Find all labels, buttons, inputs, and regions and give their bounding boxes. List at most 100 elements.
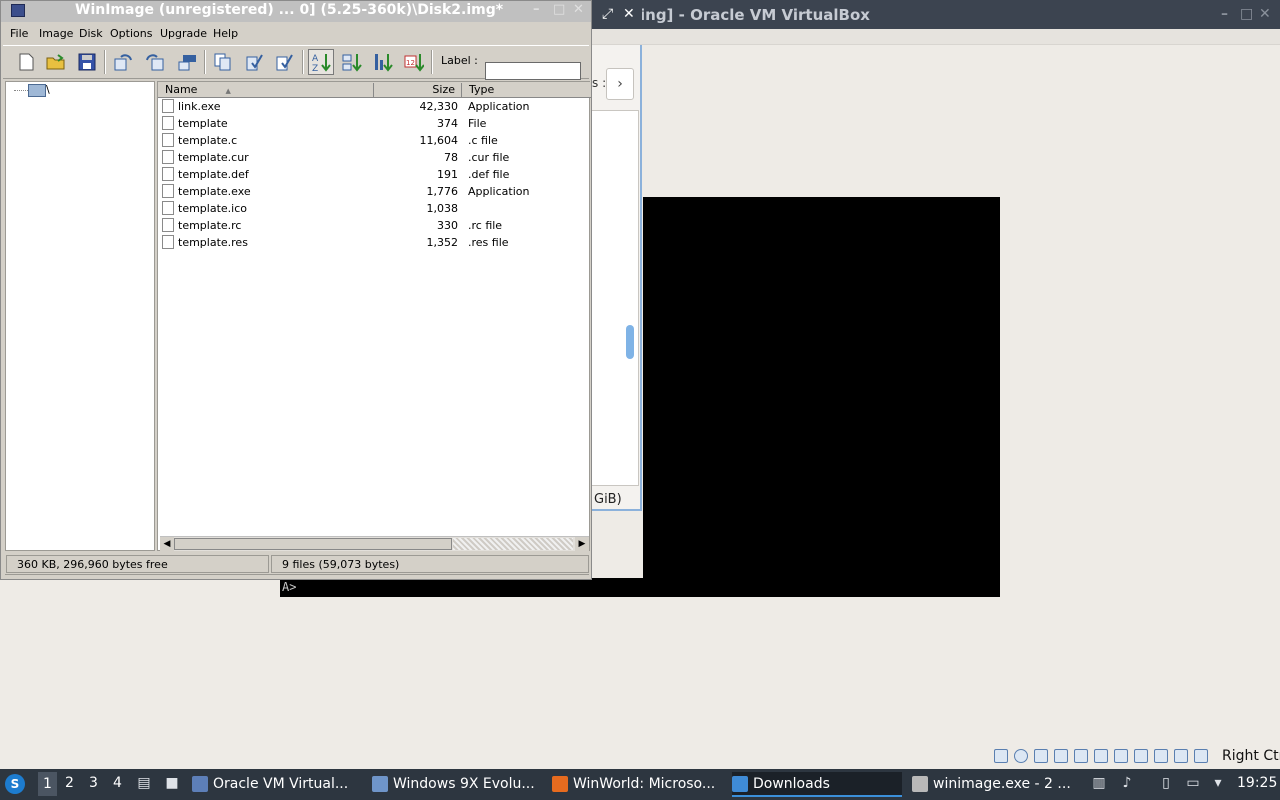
start-menu-icon[interactable]: S [5,774,25,794]
taskbar-item[interactable]: Windows 9X Evolu... [372,772,542,797]
taskbar-item[interactable]: winimage.exe - 2 ... [912,772,1082,797]
scroll-thumb[interactable] [174,538,452,550]
taskbar-item[interactable]: Oracle VM Virtual... [192,772,362,797]
folder-tree[interactable]: \ [5,81,155,551]
recording-icon[interactable] [1134,749,1148,763]
extract-path-icon[interactable] [174,49,200,75]
menu-file[interactable]: File [10,27,28,40]
scroll-right-icon[interactable]: ▶ [575,537,589,551]
table-row[interactable]: template.exe 1,776 Application [158,183,591,200]
shared-folder-icon[interactable] [1094,749,1108,763]
resize-grip[interactable] [5,574,589,578]
save-icon[interactable] [74,49,100,75]
virtualbox-list[interactable] [591,110,639,486]
network-icon[interactable] [1054,749,1068,763]
toolbar-separator [431,50,433,74]
inject-icon[interactable] [110,49,136,75]
workspace-1[interactable]: 1 [38,772,57,796]
workspace-4[interactable]: 4 [113,775,122,791]
file-name: template.res [178,236,248,249]
host-key-label: Right Ctrl [1222,748,1280,764]
check-all-icon[interactable] [271,49,297,75]
clipboard-icon[interactable]: ▯ [1157,774,1175,792]
file-icon [162,150,174,164]
extract-icon[interactable] [142,49,168,75]
mouse-integration-icon[interactable] [1174,749,1188,763]
trash-icon[interactable]: ▥ [1090,774,1108,792]
taskbar-item[interactable]: WinWorld: Microso... [552,772,722,797]
horizontal-scrollbar[interactable]: ◀ ▶ [160,536,589,551]
sort-date-icon[interactable]: 12 [401,49,427,75]
network-tray-icon[interactable]: ▭ [1184,774,1202,792]
close-icon[interactable]: ✕ [573,2,584,17]
file-type: Application [468,185,530,198]
next-button[interactable]: › [606,68,634,100]
menu-help[interactable]: Help [213,27,238,40]
winimage-titlebar: WinImage (unregistered) ... 0] (5.25-360… [1,1,591,22]
floppy-icon[interactable] [1034,749,1048,763]
workspace-3[interactable]: 3 [89,775,98,791]
table-row[interactable]: template.rc 330 .rc file [158,217,591,234]
virtualbox-scroll-thumb[interactable] [626,325,634,359]
taskbar-item[interactable]: Downloads [732,772,902,797]
maximize-icon[interactable]: □ [553,2,565,17]
column-size[interactable]: Size [375,83,462,97]
menu-upgrade[interactable]: Upgrade [160,27,207,40]
table-row[interactable]: template.res 1,352 .res file [158,234,591,251]
table-row[interactable]: template.def 191 .def file [158,166,591,183]
usb-icon[interactable] [1074,749,1088,763]
floppy-app-icon[interactable] [11,4,25,17]
tree-root[interactable]: \ [46,83,50,96]
table-row[interactable]: link.exe 42,330 Application [158,98,591,115]
file-type: .res file [468,236,509,249]
sort-name-icon[interactable]: AZ [308,49,334,75]
show-desktop-icon[interactable]: ■ [163,774,181,792]
column-type[interactable]: Type [463,83,591,97]
open-icon[interactable] [43,49,69,75]
scroll-left-icon[interactable]: ◀ [160,537,174,551]
column-name[interactable]: Name ▲ [158,83,374,97]
table-row[interactable]: template.cur 78 .cur file [158,149,591,166]
label-input[interactable] [485,62,581,80]
file-name: template.c [178,134,238,147]
vm-display-strip[interactable] [280,578,643,597]
copy-icon[interactable] [210,49,236,75]
close-icon[interactable]: ✕ [1259,6,1271,22]
taskbar-item-label: Windows 9X Evolu... [393,776,535,792]
vm-display[interactable] [643,197,1000,597]
updates-icon[interactable]: ▾ [1209,774,1227,792]
sort-size-icon[interactable] [370,49,396,75]
menu-disk[interactable]: Disk [79,27,103,40]
file-size: 42,330 [419,100,459,113]
disk-icon[interactable] [994,749,1008,763]
volume-icon[interactable]: ♪ [1118,774,1136,792]
keyboard-icon[interactable] [1194,749,1208,763]
file-list[interactable]: Name ▲ Size Type link.exe 42,330 Applicatio… [157,81,591,551]
restore-icon[interactable]: ⤢ [602,6,613,22]
cd-icon[interactable] [1014,749,1028,763]
taskbar-item-label: Oracle VM Virtual... [213,776,349,792]
display-icon[interactable] [1114,749,1128,763]
menu-options[interactable]: Options [110,27,152,40]
manager-close-icon[interactable]: ✕ [623,6,635,22]
workspace-2[interactable]: 2 [65,775,74,791]
minimize-icon[interactable]: – [1221,6,1228,22]
minimize-icon[interactable]: – [533,2,540,17]
maximize-icon[interactable]: □ [1240,6,1253,22]
table-row[interactable]: template.ico 1,038 [158,200,591,217]
file-manager-launcher-icon[interactable]: ▤ [135,774,153,792]
new-icon[interactable] [13,49,39,75]
scroll-track[interactable] [453,538,573,550]
winimage-title: WinImage (unregistered) ... 0] (5.25-360… [75,2,504,18]
sort-type-icon[interactable] [339,49,365,75]
folder-icon[interactable] [28,84,46,97]
table-row[interactable]: template 374 File [158,115,591,132]
menu-image[interactable]: Image [39,27,73,40]
cpu-icon[interactable] [1154,749,1168,763]
file-size: 11,604 [419,134,459,147]
file-name: template.cur [178,151,249,164]
virtualbox-size-label: GiB) [594,492,622,507]
check-icon[interactable] [241,49,267,75]
table-row[interactable]: template.c 11,604 .c file [158,132,591,149]
taskbar-item-label: winimage.exe - 2 ... [933,776,1071,792]
